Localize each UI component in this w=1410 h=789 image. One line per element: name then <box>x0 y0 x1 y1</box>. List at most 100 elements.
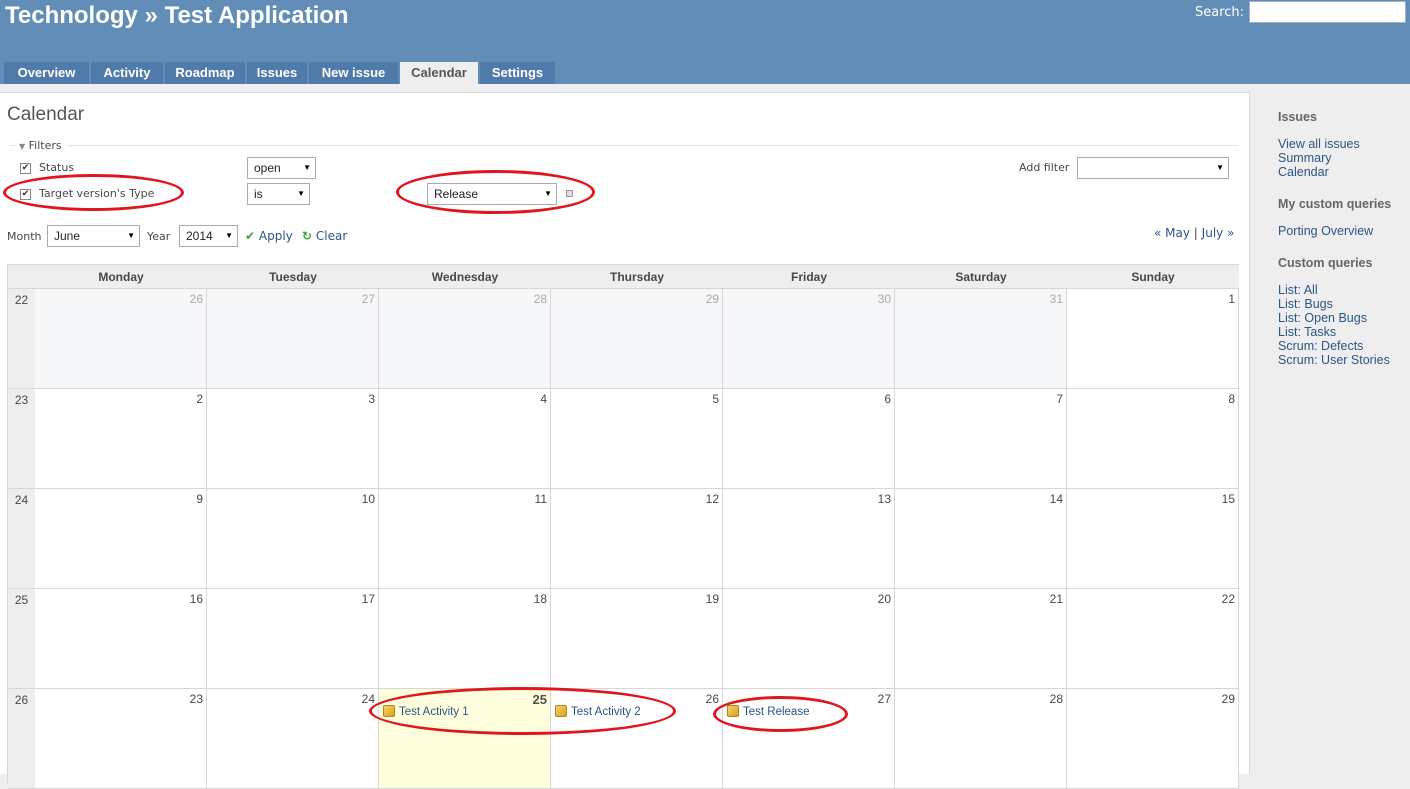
next-month-link[interactable]: July » <box>1202 226 1235 240</box>
day-cell: 23 <box>35 689 207 789</box>
sidebar-link-porting-overview[interactable]: Porting Overview <box>1278 224 1373 238</box>
day-cell: 30 <box>723 289 895 389</box>
day-number: 28 <box>1049 692 1063 706</box>
checkmark-icon: ✔ <box>245 229 256 243</box>
add-filter-label: Add filter <box>1019 161 1070 174</box>
month-value: June <box>54 229 81 243</box>
day-cell: 29 <box>1067 689 1239 789</box>
week-number: 22 <box>8 289 35 389</box>
day-number: 27 <box>877 692 891 706</box>
dropdown-arrow-icon: ▼ <box>303 163 311 172</box>
apply-link[interactable]: ✔ Apply <box>245 229 293 243</box>
sidebar-link-scrum-defects[interactable]: Scrum: Defects <box>1278 339 1363 353</box>
page-title: Calendar <box>7 104 85 125</box>
tab-activity[interactable]: Activity <box>91 62 163 84</box>
search-input[interactable] <box>1249 1 1406 23</box>
day-cell: 2 <box>35 389 207 489</box>
clear-link[interactable]: ↻ Clear <box>302 229 347 243</box>
day-cell: 8 <box>1067 389 1239 489</box>
day-cell: 16 <box>35 589 207 689</box>
sidebar-link-list-tasks[interactable]: List: Tasks <box>1278 325 1336 339</box>
day-number: 1 <box>1228 292 1235 306</box>
day-number: 9 <box>196 492 203 506</box>
annotation-ellipse <box>3 174 184 211</box>
dropdown-arrow-icon: ▼ <box>127 231 135 240</box>
day-number: 6 <box>884 392 891 406</box>
month-label: Month <box>7 230 42 243</box>
day-cell: 12 <box>551 489 723 589</box>
month-select[interactable]: June ▼ <box>47 225 140 247</box>
weekday-header: Monday <box>35 265 207 289</box>
day-number: 17 <box>361 592 375 606</box>
weekday-header: Tuesday <box>207 265 379 289</box>
day-cell: 13 <box>723 489 895 589</box>
day-cell: 21 <box>895 589 1067 689</box>
sidebar-link-summary[interactable]: Summary <box>1278 151 1331 165</box>
day-cell: 28 <box>379 289 551 389</box>
add-filter-select[interactable]: ▼ <box>1077 157 1229 179</box>
week-number: 23 <box>8 389 35 489</box>
day-cell: 27 <box>207 289 379 389</box>
tab-issues[interactable]: Issues <box>247 62 307 84</box>
day-cell: 9 <box>35 489 207 589</box>
status-filter-checkbox[interactable]: ✔ <box>20 163 31 174</box>
day-number: 15 <box>1221 492 1235 506</box>
day-number: 22 <box>1221 592 1235 606</box>
day-number: 12 <box>705 492 719 506</box>
day-cell: 24 <box>207 689 379 789</box>
day-number: 3 <box>368 392 375 406</box>
status-operator-select[interactable]: open ▼ <box>247 157 316 179</box>
day-number: 5 <box>712 392 719 406</box>
weekday-header: Saturday <box>895 265 1067 289</box>
day-number: 24 <box>361 692 375 706</box>
fieldset-border <box>10 145 16 146</box>
year-value: 2014 <box>186 229 213 243</box>
day-number: 14 <box>1049 492 1063 506</box>
sidebar-heading-issues: Issues <box>1278 110 1317 124</box>
sidebar-link-scrum-user-stories[interactable]: Scrum: User Stories <box>1278 353 1390 367</box>
tab-roadmap[interactable]: Roadmap <box>165 62 245 84</box>
sidebar-link-calendar[interactable]: Calendar <box>1278 165 1329 179</box>
day-cell: 11 <box>379 489 551 589</box>
week-number: 26 <box>8 689 35 789</box>
day-cell: 20 <box>723 589 895 689</box>
day-cell: 3 <box>207 389 379 489</box>
annotation-ellipse <box>396 170 595 214</box>
tab-overview[interactable]: Overview <box>4 62 89 84</box>
day-cell: 4 <box>379 389 551 489</box>
day-cell: 31 <box>895 289 1067 389</box>
annotation-ellipse <box>369 687 676 735</box>
type-operator-select[interactable]: is ▼ <box>247 183 310 205</box>
tab-settings[interactable]: Settings <box>480 62 555 84</box>
sidebar-link-list-bugs[interactable]: List: Bugs <box>1278 297 1333 311</box>
day-number: 23 <box>189 692 203 706</box>
day-cell: 10 <box>207 489 379 589</box>
tab-new-issue[interactable]: New issue <box>309 62 398 84</box>
month-navigation: « May | July » <box>1154 226 1234 240</box>
project-title[interactable]: Technology » Test Application <box>5 2 349 30</box>
year-label: Year <box>147 230 171 243</box>
day-number: 21 <box>1049 592 1063 606</box>
sidebar-link-list-open-bugs[interactable]: List: Open Bugs <box>1278 311 1367 325</box>
day-number: 30 <box>877 292 891 306</box>
day-number: 10 <box>361 492 375 506</box>
day-cell: 7 <box>895 389 1067 489</box>
day-cell: 15 <box>1067 489 1239 589</box>
collapse-triangle-icon: ▼ <box>19 142 26 151</box>
sidebar-link-list-all[interactable]: List: All <box>1278 283 1318 297</box>
day-number: 26 <box>705 692 719 706</box>
filters-legend[interactable]: ▼ Filters <box>19 139 62 152</box>
weekday-header: Friday <box>723 265 895 289</box>
sidebar-link-view-all-issues[interactable]: View all issues <box>1278 137 1360 151</box>
day-cell: 14 <box>895 489 1067 589</box>
weekday-header: Wednesday <box>379 265 551 289</box>
annotation-ellipse <box>713 696 848 732</box>
sidebar-heading-custom-queries: Custom queries <box>1278 256 1373 270</box>
day-number: 13 <box>877 492 891 506</box>
fieldset-border <box>68 145 1238 146</box>
week-number: 25 <box>8 589 35 689</box>
tab-calendar[interactable]: Calendar <box>400 62 478 84</box>
year-select[interactable]: 2014 ▼ <box>179 225 238 247</box>
prev-month-link[interactable]: « May <box>1154 226 1190 240</box>
day-cell: 5 <box>551 389 723 489</box>
